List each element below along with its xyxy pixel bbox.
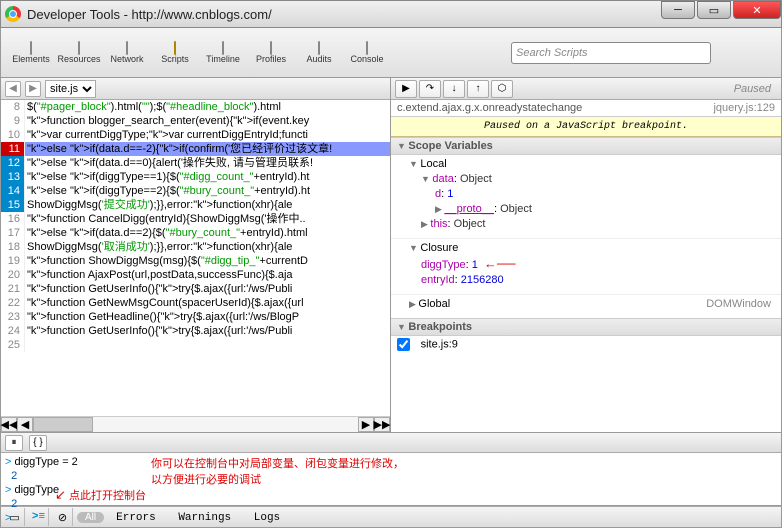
code-line[interactable]: 10"k">var currentDiggType;"k">var curren… — [1, 128, 390, 142]
titlebar: Developer Tools - http://www.cnblogs.com… — [0, 0, 782, 28]
code-line[interactable]: 8$("#pager_block").html("");$("#headline… — [1, 100, 390, 114]
code-line[interactable]: 25 — [1, 338, 390, 352]
panel-console[interactable]: Console — [343, 42, 391, 64]
profiles-icon — [270, 41, 272, 55]
source-file-select[interactable]: site.js — [45, 80, 96, 98]
panel-timeline[interactable]: Timeline — [199, 42, 247, 64]
console-line: > — [5, 511, 777, 525]
elements-icon — [30, 41, 32, 55]
code-line[interactable]: 13"k">else "k">if(diggType==1){$("#digg_… — [1, 170, 390, 184]
chrome-icon — [5, 6, 21, 22]
scope-section-header[interactable]: Scope Variables — [391, 137, 781, 155]
code-line[interactable]: 19"k">function ShowDiggMsg(msg){$("#digg… — [1, 254, 390, 268]
braces-button[interactable]: { } — [29, 435, 47, 451]
panel-scripts[interactable]: Scripts — [151, 42, 199, 64]
scope-local: Local data: Object d: 1 __proto__: Objec… — [391, 155, 781, 238]
pause-message: Paused on a JavaScript breakpoint. — [391, 117, 781, 137]
code-line[interactable]: 21"k">function GetUserInfo(){"k">try{$.a… — [1, 282, 390, 296]
window-title: Developer Tools - http://www.cnblogs.com… — [27, 7, 272, 22]
code-line[interactable]: 12"k">else "k">if(data.d==0){alert('操作失败… — [1, 156, 390, 170]
debugger-status: Paused — [734, 83, 777, 95]
timeline-icon — [222, 41, 224, 55]
step-into-button[interactable]: ↓ — [443, 80, 465, 98]
scope-closure: Closure diggType: 1 ←── entryId: 2156280 — [391, 238, 781, 294]
code-editor[interactable]: 8$("#pager_block").html("");$("#headline… — [1, 100, 390, 416]
code-line[interactable]: 23"k">function GetHeadline(){"k">try{$.a… — [1, 310, 390, 324]
code-line[interactable]: 15ShowDiggMsg('提交成功');}},error:"k">funct… — [1, 198, 390, 212]
code-line[interactable]: 14"k">else "k">if(diggType==2){$("#bury_… — [1, 184, 390, 198]
code-line[interactable]: 16"k">function CancelDigg(entryId){ShowD… — [1, 212, 390, 226]
console-drawer: ⏸ { } 你可以在控制台中对局部变量、闭包变量进行修改， 以方便进行必要的调试… — [0, 433, 782, 506]
breakpoint-item[interactable]: site.js:9 — [391, 336, 781, 353]
code-line[interactable]: 20"k">function AjaxPost(url,postData,suc… — [1, 268, 390, 282]
breakpoint-checkbox[interactable] — [397, 338, 410, 351]
search-scripts-input[interactable] — [511, 42, 711, 64]
code-line[interactable]: 17"k">else "k">if(data.d==2){$("#bury_co… — [1, 226, 390, 240]
console-icon — [366, 41, 368, 55]
panel-elements[interactable]: Elements — [7, 42, 55, 64]
source-toolbar: ◀ ▶ site.js — [1, 78, 390, 100]
annotation-text-2: ↙ 点此打开控制台 — [55, 487, 146, 503]
network-icon — [126, 41, 128, 55]
deactivate-bp-button[interactable]: ⬡ — [491, 80, 513, 98]
minimize-button[interactable]: ─ — [661, 1, 695, 19]
pause-button[interactable]: ⏸ — [5, 435, 23, 451]
close-button[interactable]: ✕ — [733, 1, 781, 19]
panel-resources[interactable]: Resources — [55, 42, 103, 64]
code-line[interactable]: 9"k">function blogger_search_enter(event… — [1, 114, 390, 128]
panel-network[interactable]: Network — [103, 42, 151, 64]
arrow-annotation-icon: ←── — [484, 256, 515, 271]
code-line[interactable]: 24"k">function GetUserInfo(){"k">try{$.a… — [1, 324, 390, 338]
code-line[interactable]: 22"k">function GetNewMsgCount(spacerUser… — [1, 296, 390, 310]
source-panel: ◀ ▶ site.js 8$("#pager_block").html("");… — [1, 78, 391, 432]
panel-profiles[interactable]: Profiles — [247, 42, 295, 64]
debugger-panel: ▶ ↷ ↓ ↑ ⬡ Paused c.extend.ajax.g.x.onrea… — [391, 78, 781, 432]
code-line[interactable]: 18ShowDiggMsg('取消成功');}},error:"k">funct… — [1, 240, 390, 254]
panel-toolbar: ElementsResourcesNetworkScriptsTimelineP… — [0, 28, 782, 78]
panel-audits[interactable]: Audits — [295, 42, 343, 64]
debugger-toolbar: ▶ ↷ ↓ ↑ ⬡ Paused — [391, 78, 781, 100]
console-output[interactable]: 你可以在控制台中对局部变量、闭包变量进行修改， 以方便进行必要的调试 ↙ 点此打… — [1, 453, 781, 505]
code-line[interactable]: 11"k">else "k">if(data.d==-2){"k">if(con… — [1, 142, 390, 156]
resources-icon — [78, 41, 80, 55]
nav-fwd-button[interactable]: ▶ — [25, 81, 41, 97]
call-frame[interactable]: c.extend.ajax.g.x.onreadystatechange jqu… — [391, 100, 781, 117]
maximize-button[interactable]: ▭ — [697, 1, 731, 19]
scripts-icon — [174, 41, 176, 55]
audits-icon — [318, 41, 320, 55]
step-out-button[interactable]: ↑ — [467, 80, 489, 98]
pause-resume-button[interactable]: ▶ — [395, 80, 417, 98]
annotation-text-1: 你可以在控制台中对局部变量、闭包变量进行修改， 以方便进行必要的调试 — [151, 455, 404, 487]
h-scrollbar[interactable]: ◀◀◀ ▶▶▶ — [1, 416, 390, 432]
nav-back-button[interactable]: ◀ — [5, 81, 21, 97]
show-console-button[interactable]: >≡ — [29, 508, 49, 526]
step-over-button[interactable]: ↷ — [419, 80, 441, 98]
breakpoints-section-header[interactable]: Breakpoints — [391, 318, 781, 336]
